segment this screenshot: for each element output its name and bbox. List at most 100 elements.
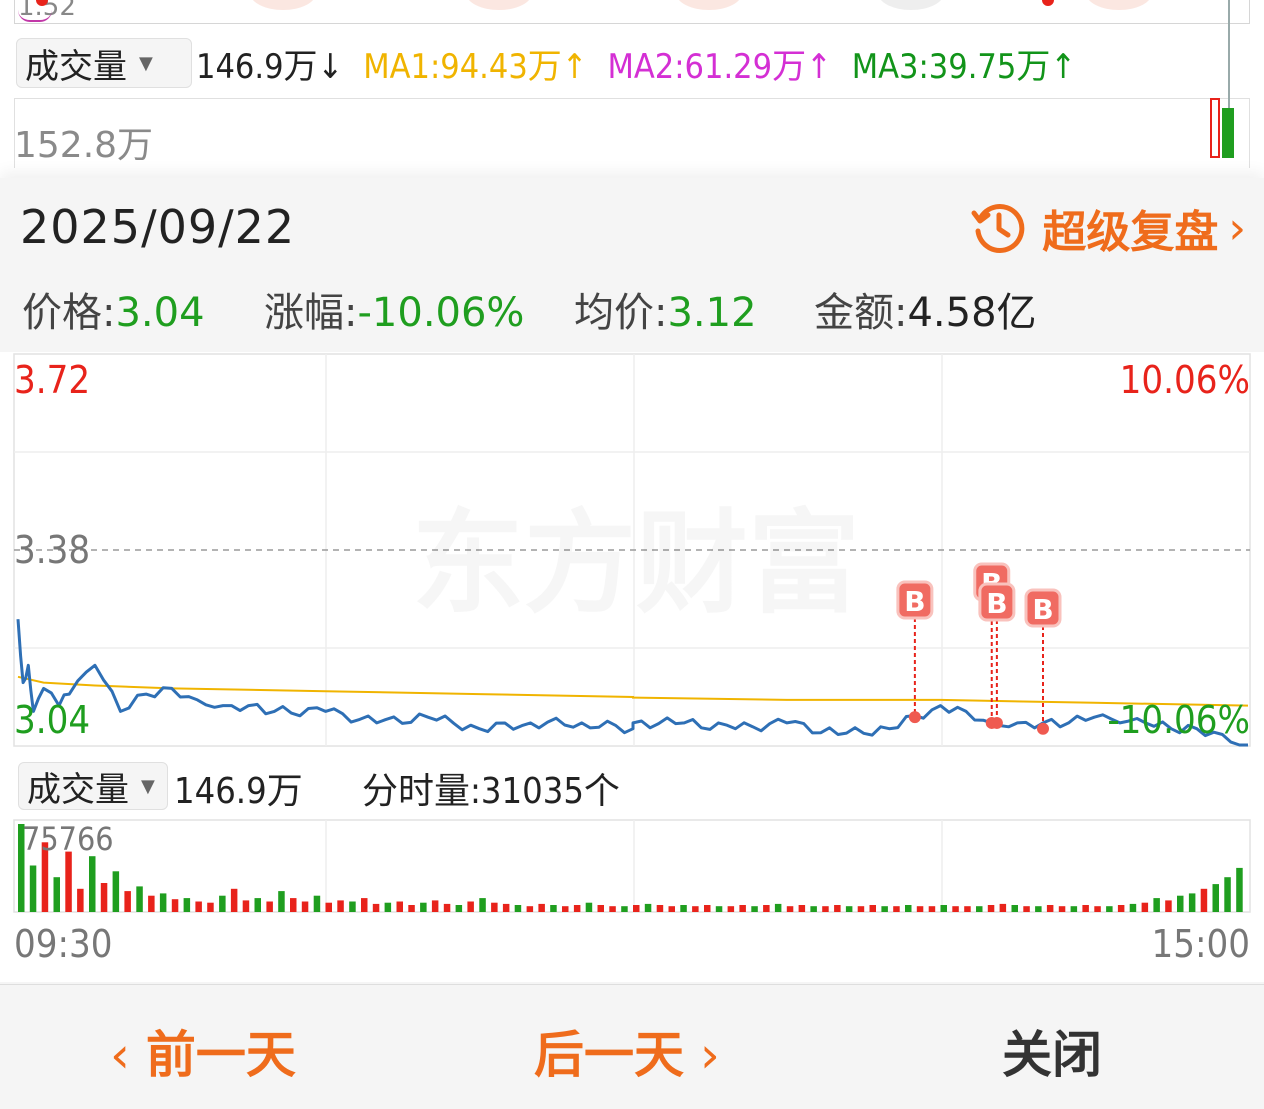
chevron-right-icon: › (684, 1026, 720, 1084)
volume-bar (597, 905, 604, 912)
volume-bar (1058, 906, 1066, 912)
buy-marker-dot (990, 716, 1003, 729)
volume-bar (230, 888, 238, 912)
volume-bar (1070, 906, 1078, 912)
stat-change-value: -10.06% (357, 290, 525, 336)
y-tick-mid-left: 3.38 (14, 528, 91, 572)
intraday-chart-svg: 东方财富 BBBB (13, 353, 1251, 913)
volume-bar (1236, 867, 1243, 912)
prev-day-label: 前一天 (145, 1026, 296, 1084)
volume-bar (1129, 903, 1137, 912)
volume-bar (550, 905, 557, 912)
super-replay-link[interactable]: 超级复盘 › (970, 196, 1246, 260)
volume-bar (739, 905, 746, 912)
buy-marker-label: B (904, 585, 925, 618)
volume-bar (361, 898, 368, 912)
volume-bar (337, 900, 344, 912)
kline-frame (14, 0, 1250, 24)
volume-bar (479, 898, 486, 912)
volume-bar (881, 906, 888, 912)
y-tick-bottom-left: 3.04 (14, 698, 91, 742)
volume-bar (514, 905, 522, 912)
volume-bar (585, 902, 593, 912)
volume-bar (148, 895, 155, 912)
volume-bar (704, 905, 711, 912)
volume-bar (774, 903, 782, 912)
volume-bar (290, 898, 297, 912)
volume-bar (349, 901, 356, 912)
volume-bar (786, 906, 794, 912)
stat-price: 价格:3.04 (22, 280, 205, 338)
volume-bar (715, 906, 723, 912)
volume-bar (810, 906, 817, 912)
close-button[interactable]: 关闭 (1002, 1015, 1102, 1087)
volume-bar (857, 906, 865, 912)
volume-total: 146.9万 (174, 771, 303, 812)
prev-day-button[interactable]: ‹ 前一天 (110, 1015, 296, 1087)
volume-select-label: 成交量 (27, 769, 129, 810)
volume-bar (396, 901, 403, 912)
volume-bar (1212, 884, 1219, 912)
volume-bar (952, 906, 959, 912)
volume-indicator-select[interactable]: 成交量 ▼ (18, 762, 168, 810)
volume-bar (1141, 902, 1149, 912)
volume-bar (751, 906, 758, 912)
volume-bar (1188, 893, 1196, 912)
stat-price-key: 价格: (22, 290, 116, 336)
volume-bar (53, 877, 60, 912)
price-line (16, 619, 1248, 747)
volume-bar (455, 905, 463, 912)
volume-indicator-select[interactable]: 成交量 ▼ (16, 38, 192, 88)
stat-amount: 金额:4.58亿 (814, 280, 1037, 338)
volume-bar (502, 903, 510, 912)
volume-bar (1117, 905, 1125, 912)
close-label: 关闭 (1002, 1026, 1102, 1084)
stat-price-value: 3.04 (115, 290, 205, 336)
volume-select-label: 成交量 (25, 46, 127, 87)
volume-frame (14, 98, 1250, 168)
volume-bar (1153, 898, 1160, 912)
volume-bar (65, 851, 72, 912)
intraday-chart[interactable]: 东方财富 BBBB 3.72 10.06% 3.38 3.04 -10.06% … (0, 352, 1264, 982)
volume-bar (219, 895, 226, 912)
intraday-review-popup: 2025/09/22 超级复盘 › 价格:3.04 涨幅:-10.06% 均价:… (0, 178, 1264, 1109)
volume-bar (1094, 906, 1101, 912)
volume-bar (159, 893, 167, 912)
volume-max-label: 75766 (22, 820, 114, 858)
volume-bar (124, 891, 131, 912)
y-tick-top-left: 3.72 (14, 358, 91, 402)
volume-bar (893, 906, 900, 912)
volume-bar (408, 905, 415, 912)
buy-marker-dot (908, 711, 921, 724)
volume-bar (621, 906, 628, 912)
volume-bar (680, 905, 687, 912)
previous-kline-panel: 1.52 成交量 ▼ 146.9万↓ MA1:94.43万↑ MA2:61.29… (0, 0, 1264, 178)
volume-bar (845, 906, 853, 912)
volume-bar (1082, 905, 1089, 912)
volume-bar (384, 902, 392, 912)
volume-value: 146.9万↓ (196, 46, 344, 87)
volume-bar (491, 902, 498, 912)
volume-bar (1210, 98, 1220, 158)
volume-bar (1200, 888, 1208, 912)
y-tick-bottom-right: -10.06% (1107, 698, 1250, 742)
volume-bar (644, 903, 652, 912)
volume-bar (916, 906, 924, 912)
stat-amount-value: 4.58亿 (907, 290, 1037, 336)
volume-bar (112, 871, 120, 912)
volume-bar (1023, 906, 1030, 912)
volume-bar (633, 905, 640, 912)
volume-bar (467, 901, 474, 912)
chevron-right-icon: › (1228, 202, 1246, 254)
volume-bar (1165, 900, 1172, 912)
dropdown-triangle-icon: ▼ (139, 52, 153, 74)
volume-bar (89, 856, 96, 912)
volume-bar (443, 903, 451, 912)
ma3-value: MA3:39.75万↑ (851, 46, 1076, 87)
volume-bar (301, 901, 309, 912)
stat-average-value: 3.12 (667, 290, 757, 336)
next-day-button[interactable]: 后一天 › (534, 1015, 720, 1087)
volume-bar (420, 902, 427, 912)
volume-bar (526, 906, 534, 912)
volume-bar (999, 903, 1007, 912)
